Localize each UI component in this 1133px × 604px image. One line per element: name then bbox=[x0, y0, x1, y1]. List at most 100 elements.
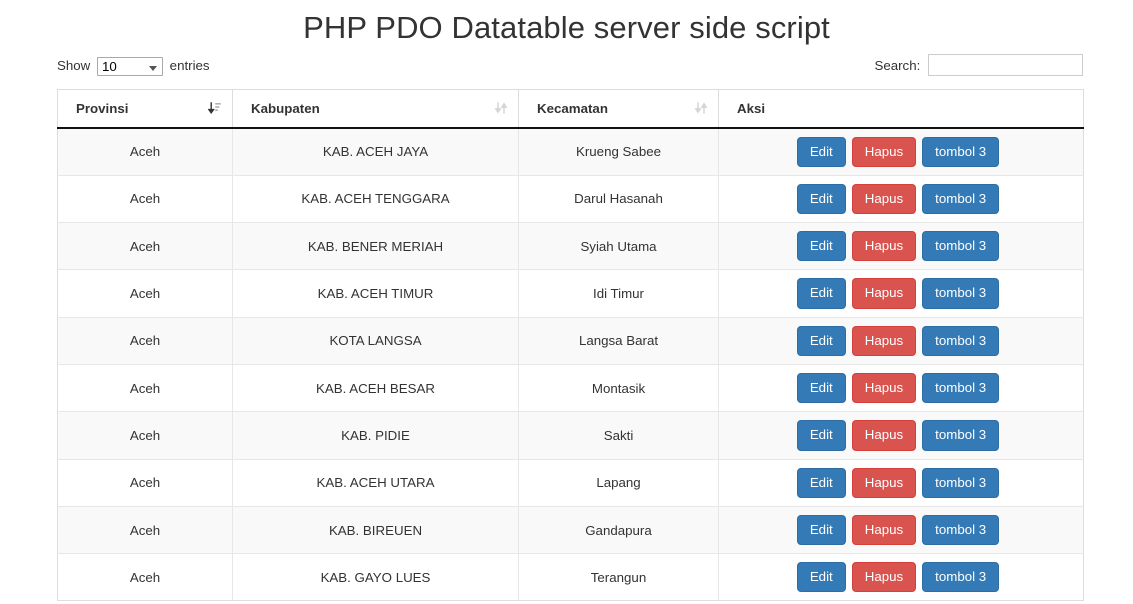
delete-button[interactable]: Hapus bbox=[851, 231, 917, 262]
entries-per-page-select[interactable]: 10 bbox=[96, 57, 163, 76]
delete-button[interactable]: Hapus bbox=[851, 562, 917, 593]
cell-kabupaten: KAB. BENER MERIAH bbox=[232, 222, 519, 270]
delete-button[interactable]: Hapus bbox=[851, 278, 917, 309]
cell-provinsi: Aceh bbox=[57, 553, 233, 601]
table-row: Aceh KAB. ACEH UTARA Lapang Edit Hapus tombol… bbox=[57, 458, 1084, 507]
cell-kabupaten: KAB. PIDIE bbox=[232, 411, 519, 460]
table-row: Aceh KAB. GAYO LUES Terangun Edit Hapus tombo… bbox=[57, 553, 1084, 601]
table-row: Aceh KAB. BIREUEN Gandapura Edit Hapus tombol… bbox=[57, 505, 1084, 554]
table-row: Aceh KAB. ACEH BESAR Montasik Edit Hapus tomb… bbox=[57, 363, 1084, 412]
cell-aksi: Edit Hapus tombol 3 bbox=[718, 411, 1084, 460]
cell-kabupaten: KAB. ACEH UTARA bbox=[232, 458, 519, 507]
edit-button[interactable]: Edit bbox=[796, 372, 846, 404]
table-row: Aceh KAB. BENER MERIAH Syiah Utama Edit Hapu… bbox=[57, 222, 1084, 270]
cell-aksi: Edit Hapus tombol 3 bbox=[718, 458, 1084, 507]
cell-provinsi: Aceh bbox=[57, 411, 233, 460]
edit-button[interactable]: Edit bbox=[796, 562, 846, 593]
table-head: Provinsi Kabupaten Kecamatan Aksi bbox=[57, 89, 1084, 129]
length-control: Show 10 entries bbox=[57, 57, 210, 76]
tombol3-button[interactable]: tombol 3 bbox=[922, 278, 1000, 309]
cell-kabupaten: KAB. BIREUEN bbox=[232, 505, 519, 554]
cell-aksi: Edit Hapus tombol 3 bbox=[718, 316, 1084, 365]
sort-both-icon bbox=[694, 101, 708, 115]
cell-aksi: Edit Hapus tombol 3 bbox=[718, 553, 1084, 601]
column-header-kabupaten[interactable]: Kabupaten bbox=[232, 89, 519, 129]
table-row: Aceh KAB. ACEH TIMUR Idi Timur Edit Hapus tom… bbox=[57, 269, 1084, 318]
cell-kecamatan: Langsa Barat bbox=[518, 316, 719, 365]
delete-button[interactable]: Hapus bbox=[851, 325, 917, 356]
delete-button[interactable]: Hapus bbox=[851, 420, 917, 451]
column-label: Kabupaten bbox=[251, 100, 320, 116]
cell-kecamatan: Terangun bbox=[518, 553, 719, 601]
cell-aksi: Edit Hapus tombol 3 bbox=[718, 363, 1084, 412]
cell-kecamatan: Montasik bbox=[518, 363, 719, 412]
cell-provinsi: Aceh bbox=[57, 458, 233, 507]
edit-button[interactable]: Edit bbox=[796, 183, 846, 215]
table-row: Aceh KAB. PIDIE Sakti Edit Hapus tombol 3 bbox=[57, 411, 1084, 460]
table-row: Aceh KAB. ACEH JAYA Krueng Sabee Edit Hapus t… bbox=[57, 127, 1084, 176]
column-header-kecamatan[interactable]: Kecamatan bbox=[518, 89, 719, 129]
tombol3-button[interactable]: tombol 3 bbox=[922, 372, 1000, 404]
data-table: Provinsi Kabupaten Kecamatan Aksi Aceh K… bbox=[57, 89, 1084, 602]
page-title: PHP PDO Datatable server side script bbox=[303, 10, 830, 45]
sort-desc-icon bbox=[207, 101, 222, 115]
cell-kecamatan: Syiah Utama bbox=[518, 222, 719, 270]
column-label: Kecamatan bbox=[537, 100, 608, 116]
tombol3-button[interactable]: tombol 3 bbox=[922, 562, 1000, 593]
cell-provinsi: Aceh bbox=[57, 269, 233, 318]
search-input[interactable] bbox=[928, 54, 1083, 76]
table-body: Aceh KAB. ACEH JAYA Krueng Sabee Edit Hapus t… bbox=[57, 127, 1084, 601]
edit-button[interactable]: Edit bbox=[796, 514, 846, 546]
cell-kecamatan: Darul Hasanah bbox=[518, 174, 719, 223]
cell-kabupaten: KAB. ACEH TENGGARA bbox=[232, 174, 519, 223]
cell-aksi: Edit Hapus tombol 3 bbox=[718, 505, 1084, 554]
delete-button[interactable]: Hapus bbox=[851, 514, 917, 546]
cell-provinsi: Aceh bbox=[57, 127, 233, 176]
table-row: Aceh KOTA LANGSA Langsa Barat Edit Hapus tomb… bbox=[57, 316, 1084, 365]
edit-button[interactable]: Edit bbox=[796, 325, 846, 356]
cell-provinsi: Aceh bbox=[57, 222, 233, 270]
length-label-before: Show bbox=[57, 58, 91, 74]
cell-provinsi: Aceh bbox=[57, 363, 233, 412]
delete-button[interactable]: Hapus bbox=[851, 467, 917, 498]
tombol3-button[interactable]: tombol 3 bbox=[922, 183, 1000, 215]
table-controls: Show 10 entries Search: bbox=[57, 54, 1083, 84]
table-row: Aceh KAB. ACEH TENGGARA Darul Hasanah Edit H… bbox=[57, 174, 1084, 223]
cell-provinsi: Aceh bbox=[57, 316, 233, 365]
chevron-down-icon bbox=[148, 66, 157, 71]
cell-kabupaten: KAB. GAYO LUES bbox=[232, 553, 519, 601]
page-root: PHP PDO Datatable server side script Sho… bbox=[0, 0, 1133, 604]
tombol3-button[interactable]: tombol 3 bbox=[922, 467, 1000, 498]
cell-aksi: Edit Hapus tombol 3 bbox=[718, 222, 1084, 270]
column-label: Provinsi bbox=[76, 100, 129, 116]
cell-kecamatan: Gandapura bbox=[518, 505, 719, 554]
delete-button[interactable]: Hapus bbox=[851, 136, 917, 167]
cell-kabupaten: KAB. ACEH BESAR bbox=[232, 363, 519, 412]
cell-kecamatan: Lapang bbox=[518, 458, 719, 507]
cell-provinsi: Aceh bbox=[57, 505, 233, 554]
cell-kabupaten: KAB. ACEH TIMUR bbox=[232, 269, 519, 318]
cell-aksi: Edit Hapus tombol 3 bbox=[718, 269, 1084, 318]
cell-kecamatan: Sakti bbox=[518, 411, 719, 460]
delete-button[interactable]: Hapus bbox=[851, 372, 917, 404]
table-header-row: Provinsi Kabupaten Kecamatan Aksi bbox=[57, 89, 1084, 129]
search-label: Search: bbox=[874, 57, 921, 73]
delete-button[interactable]: Hapus bbox=[851, 183, 917, 215]
tombol3-button[interactable]: tombol 3 bbox=[922, 325, 1000, 356]
cell-aksi: Edit Hapus tombol 3 bbox=[718, 127, 1084, 176]
edit-button[interactable]: Edit bbox=[796, 231, 846, 262]
tombol3-button[interactable]: tombol 3 bbox=[922, 514, 1000, 546]
column-header-provinsi[interactable]: Provinsi bbox=[57, 89, 233, 129]
tombol3-button[interactable]: tombol 3 bbox=[922, 420, 1000, 451]
edit-button[interactable]: Edit bbox=[796, 467, 846, 498]
cell-kecamatan: Idi Timur bbox=[518, 269, 719, 318]
sort-both-icon bbox=[494, 101, 508, 115]
cell-provinsi: Aceh bbox=[57, 174, 233, 223]
edit-button[interactable]: Edit bbox=[796, 420, 846, 451]
tombol3-button[interactable]: tombol 3 bbox=[922, 136, 1000, 167]
length-label-after: entries bbox=[169, 58, 210, 74]
edit-button[interactable]: Edit bbox=[796, 136, 846, 167]
edit-button[interactable]: Edit bbox=[796, 278, 846, 309]
tombol3-button[interactable]: tombol 3 bbox=[922, 231, 1000, 262]
cell-aksi: Edit Hapus tombol 3 bbox=[718, 174, 1084, 223]
